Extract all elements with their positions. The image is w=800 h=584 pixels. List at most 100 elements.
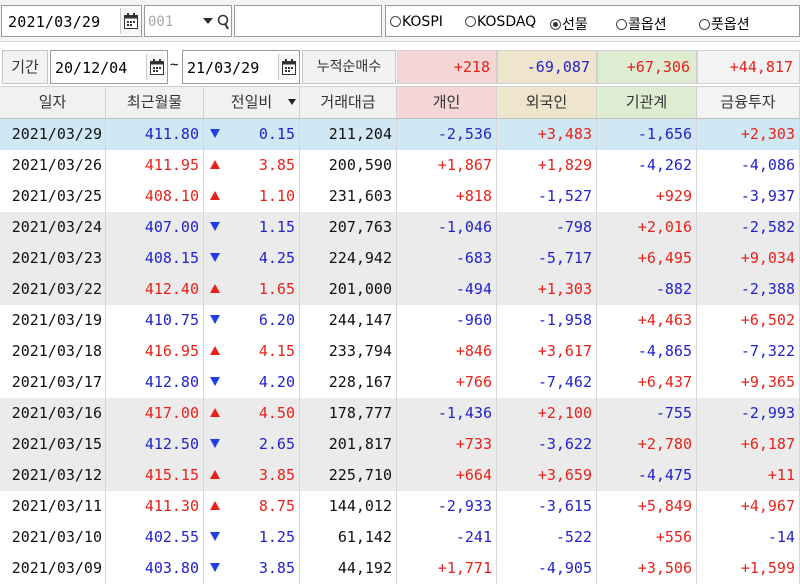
cell-volume: 200,590	[300, 150, 397, 181]
period-from-value: 20/12/04	[55, 59, 128, 77]
cell-fin: +9,365	[697, 367, 800, 398]
cell-change: 6.20	[204, 305, 300, 336]
radio-label: KOSPI	[402, 14, 443, 30]
name-field[interactable]	[234, 5, 382, 37]
radio-button[interactable]	[699, 19, 710, 30]
cell-volume: 211,204	[300, 119, 397, 150]
radio-button[interactable]	[390, 16, 401, 27]
radio-label: 풋옵션	[711, 17, 750, 33]
cell-change: 1.65	[204, 274, 300, 305]
period-label: 기간	[2, 50, 48, 84]
sum-institution: +67,306	[597, 50, 697, 84]
period-to-field[interactable]: 21/03/29	[182, 50, 300, 84]
cell-change: 8.75	[204, 491, 300, 522]
toolbar: 2021/03/29 001 KOSPI KOSDAQ 선물 콜옵션 풋옵션	[0, 0, 800, 42]
table-body: 2021/03/29 411.80 0.15 211,204 -2,536 +3,483-…	[0, 119, 800, 584]
sum-finance: +44,817	[697, 50, 800, 84]
cell-inst: +2,016	[597, 212, 697, 243]
radio-put-option[interactable]: 풋옵션	[699, 14, 750, 34]
table-row[interactable]: 2021/03/10 402.55 1.25 61,142 -241 -522 +556 -1…	[0, 522, 800, 553]
radio-label: 선물	[562, 17, 588, 33]
cell-inst: +556	[597, 522, 697, 553]
table-row[interactable]: 2021/03/17 412.80 4.20 228,167 +766 -7,462 +6,…	[0, 367, 800, 398]
cell-fin: -7,322	[697, 336, 800, 367]
cell-foreign: +3,659	[497, 460, 597, 491]
cell-price: 412.50	[106, 429, 204, 460]
radio-button[interactable]	[550, 19, 561, 30]
table-row[interactable]: 2021/03/24 407.00 1.15 207,763 -1,046 -798 +2,…	[0, 212, 800, 243]
calendar-icon[interactable]	[120, 8, 140, 34]
header-volume[interactable]: 거래대금	[300, 86, 397, 119]
header-foreign[interactable]: 외국인	[497, 86, 597, 119]
cell-fin: -2,582	[697, 212, 800, 243]
radio-kosdaq[interactable]: KOSDAQ	[465, 14, 536, 30]
table-row[interactable]: 2021/03/16 417.00 4.50 178,777 -1,436 +2,100-…	[0, 398, 800, 429]
header-individual[interactable]: 개인	[397, 86, 497, 119]
cell-indiv: +846	[397, 336, 497, 367]
table-row[interactable]: 2021/03/23 408.15 4.25 224,942 -683 -5,717 +6,…	[0, 243, 800, 274]
cell-fin: +6,187	[697, 429, 800, 460]
sort-arrow-icon[interactable]	[288, 99, 296, 105]
cell-price: 415.15	[106, 460, 204, 491]
cumulative-net-buy-label: 누적순매수	[302, 50, 396, 84]
table-row[interactable]: 2021/03/12 415.15 3.85 225,710 +664 +3,659 -4,…	[0, 460, 800, 491]
table-row[interactable]: 2021/03/19 410.75 6.20 244,147 -960 -1,958 +4,…	[0, 305, 800, 336]
calendar-icon[interactable]	[278, 54, 298, 80]
calendar-icon[interactable]	[146, 54, 166, 80]
cell-price: 411.30	[106, 491, 204, 522]
cell-date: 2021/03/17	[0, 367, 106, 398]
radio-call-option[interactable]: 콜옵션	[616, 14, 667, 34]
date-field[interactable]: 2021/03/29	[1, 5, 142, 37]
cell-volume: 233,794	[300, 336, 397, 367]
header-institution[interactable]: 기관계	[597, 86, 697, 119]
cell-indiv: +1,867	[397, 150, 497, 181]
table-row[interactable]: 2021/03/09 403.80 3.85 44,192 +1,771 -4,905 +3…	[0, 553, 800, 584]
cell-volume: 201,817	[300, 429, 397, 460]
header-change[interactable]: 전일비	[204, 86, 300, 119]
header-date[interactable]: 일자	[0, 86, 106, 119]
cell-fin: -4,086	[697, 150, 800, 181]
radio-button[interactable]	[616, 19, 627, 30]
cell-indiv: +733	[397, 429, 497, 460]
table-row[interactable]: 2021/03/22 412.40 1.65 201,000 -494 +1,303 -88…	[0, 274, 800, 305]
cell-date: 2021/03/29	[0, 119, 106, 150]
cell-indiv: +664	[397, 460, 497, 491]
search-icon[interactable]	[216, 8, 231, 34]
table-row[interactable]: 2021/03/18 416.95 4.15 233,794 +846 +3,617 -4,…	[0, 336, 800, 367]
cell-price: 416.95	[106, 336, 204, 367]
table-row[interactable]: 2021/03/15 412.50 2.65 201,817 +733 -3,622 +2,…	[0, 429, 800, 460]
table-row[interactable]: 2021/03/11 411.30 8.75 144,012 -2,933 -3,615 +…	[0, 491, 800, 522]
table-row[interactable]: 2021/03/25 408.10 1.10 231,603 +818 -1,527 +92…	[0, 181, 800, 212]
header-price[interactable]: 최근월물	[106, 86, 204, 119]
header-finance[interactable]: 금융투자	[697, 86, 800, 119]
radio-futures[interactable]: 선물	[550, 14, 588, 34]
cell-fin: +11	[697, 460, 800, 491]
cell-change: 3.85	[204, 553, 300, 584]
code-placeholder: 001	[148, 14, 174, 30]
cell-inst: +6,495	[597, 243, 697, 274]
table-row[interactable]: 2021/03/26 411.95 3.85 200,590 +1,867 +1,829-…	[0, 150, 800, 181]
code-field[interactable]: 001	[144, 5, 232, 37]
radio-kospi[interactable]: KOSPI	[390, 14, 443, 30]
cell-date: 2021/03/12	[0, 460, 106, 491]
cell-indiv: -2,536	[397, 119, 497, 150]
chevron-down-icon[interactable]	[200, 8, 216, 34]
cell-fin: +1,599	[697, 553, 800, 584]
cell-change: 4.25	[204, 243, 300, 274]
cell-price: 412.80	[106, 367, 204, 398]
cell-change: 2.65	[204, 429, 300, 460]
market-radio-group: KOSPI KOSDAQ 선물 콜옵션 풋옵션	[385, 5, 800, 37]
cell-inst: -4,262	[597, 150, 697, 181]
table-row[interactable]: 2021/03/29 411.80 0.15 211,204 -2,536 +3,483-…	[0, 119, 800, 150]
cell-fin: +6,502	[697, 305, 800, 336]
radio-button[interactable]	[465, 16, 476, 27]
period-from-field[interactable]: 20/12/04	[50, 50, 168, 84]
cell-indiv: -960	[397, 305, 497, 336]
cell-change: 4.15	[204, 336, 300, 367]
cell-change: 3.85	[204, 150, 300, 181]
cell-inst: +5,849	[597, 491, 697, 522]
cell-change: 3.85	[204, 460, 300, 491]
cell-date: 2021/03/23	[0, 243, 106, 274]
cell-price: 417.00	[106, 398, 204, 429]
cell-foreign: +1,303	[497, 274, 597, 305]
